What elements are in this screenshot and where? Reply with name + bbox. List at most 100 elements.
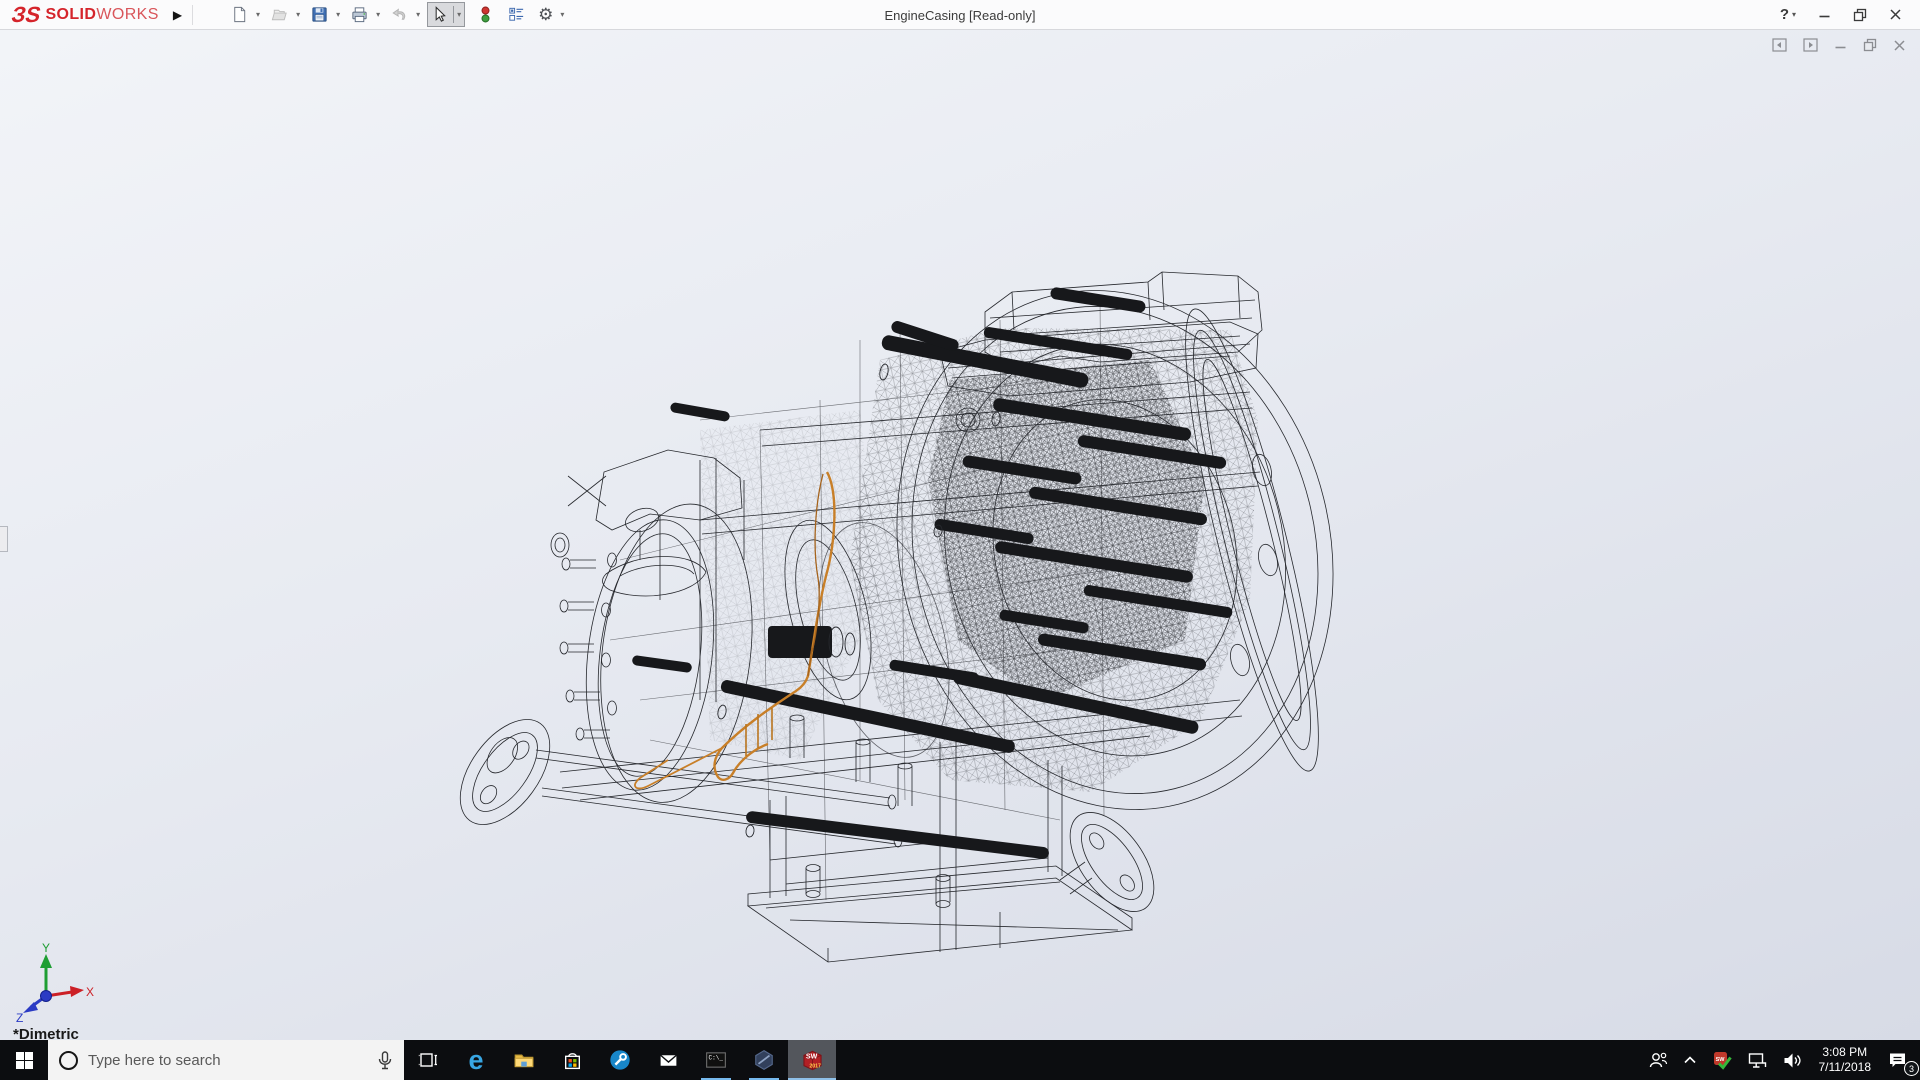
tray-date: 7/11/2018 [1819,1060,1872,1075]
mail-envelope-icon [658,1050,679,1071]
edge-browser-button[interactable]: e [452,1040,500,1080]
doc-restore-button[interactable] [1863,38,1877,52]
graphics-viewport[interactable]: Y X Z *Dimetric [0,30,1920,1040]
tray-overflow-chevron[interactable] [1675,1040,1705,1080]
settings-button[interactable]: ⚙ [535,3,556,26]
gear-icon: ⚙ [538,6,553,23]
save-button[interactable] [307,2,332,27]
undo-button[interactable] [387,2,412,27]
new-document-caret[interactable]: ▾ [256,10,260,19]
open-button[interactable] [267,2,292,27]
select-tool-button[interactable] [428,3,451,26]
task-view-button[interactable] [404,1040,452,1080]
command-prompt-button[interactable]: C:\_ [692,1040,740,1080]
mail-button[interactable] [644,1040,692,1080]
orientation-triad: Y X Z [6,940,98,1022]
doc-close-icon [1893,39,1906,52]
pane-right-icon [1803,38,1818,52]
axis-x-label: X [86,985,94,999]
menu-flyout-arrow[interactable]: ▶ [173,8,182,22]
task-view-icon [418,1050,438,1070]
solidworks-logo-solid: SOLID [45,6,96,24]
file-explorer-button[interactable] [500,1040,548,1080]
command-prompt-icon: C:\_ [705,1049,727,1071]
sw-icon-year: 2017 [809,1063,821,1069]
network-button[interactable] [1740,1040,1775,1080]
chevron-up-icon [1682,1053,1698,1067]
tray-time: 3:08 PM [1822,1045,1867,1060]
solidworks-logo-mark: ЗS [9,4,43,26]
doc-minimize-icon [1834,39,1847,52]
print-button[interactable] [347,2,372,27]
doc-restore-icon [1863,38,1877,52]
sw-icon-text: SW [805,1053,817,1060]
axis-z-label: Z [16,1011,23,1022]
restore-icon [1853,8,1867,22]
app-window-controls: ? ▾ [1780,6,1920,23]
axis-y-label: Y [42,941,50,955]
store-bag-icon [562,1050,583,1071]
file-explorer-icon [513,1049,535,1071]
expand-right-pane-button[interactable] [1803,38,1818,52]
new-document-icon [230,5,249,24]
solidworks-taskbar-button[interactable]: SW 2017 [788,1040,836,1080]
hexagon-app-button[interactable] [740,1040,788,1080]
admin-tools-button[interactable] [596,1040,644,1080]
notification-badge: 3 [1904,1061,1919,1076]
taskbar-search[interactable] [48,1040,404,1080]
rebuild-button[interactable] [473,2,498,27]
print-caret[interactable]: ▾ [376,10,380,19]
people-icon [1648,1051,1668,1070]
close-icon [1889,8,1902,21]
doc-close-button[interactable] [1893,39,1906,52]
select-cursor-icon [430,5,449,24]
search-input[interactable] [88,1052,367,1069]
properties-list-icon [507,5,526,24]
start-button[interactable] [0,1040,48,1080]
action-center-button[interactable]: 3 [1880,1040,1920,1080]
save-caret[interactable]: ▾ [336,10,340,19]
speaker-icon [1782,1051,1803,1070]
rebuild-traffic-light-icon [476,5,495,24]
select-tool-caret[interactable]: ▾ [453,6,464,23]
cortana-icon[interactable] [59,1051,78,1070]
undo-caret[interactable]: ▾ [416,10,420,19]
people-button[interactable] [1641,1040,1675,1080]
wrench-circle-icon [609,1049,631,1071]
settings-caret[interactable]: ▾ [560,10,564,19]
pane-left-icon [1772,38,1787,52]
open-folder-icon [270,5,289,24]
windows-taskbar: e [0,1040,1920,1080]
close-button[interactable] [1889,8,1902,21]
microsoft-store-button[interactable] [548,1040,596,1080]
feature-manager-collapse-tab[interactable] [0,526,8,552]
titlebar: ЗS SOLID WORKS ▶ ▾ ▾ [0,0,1920,30]
sw-check-icon: SW [1712,1050,1733,1071]
solidworks-resource-monitor[interactable]: SW [1705,1040,1740,1080]
toolbar-separator [192,5,193,25]
quick-access-toolbar: ▾ ▾ ▾ [227,2,571,27]
system-tray: SW 3:08 PM 7/11/2018 [1641,1040,1920,1080]
network-icon [1747,1051,1768,1070]
volume-button[interactable] [1775,1040,1810,1080]
undo-icon [390,5,409,24]
document-title: EngineCasing [Read-only] [884,0,1035,30]
solidworks-logo-works: WORKS [96,6,158,24]
tray-clock[interactable]: 3:08 PM 7/11/2018 [1810,1040,1881,1080]
help-button[interactable]: ? ▾ [1780,6,1796,23]
help-caret: ▾ [1792,10,1796,19]
view-orientation-label: *Dimetric [13,1026,79,1040]
new-document-button[interactable] [227,2,252,27]
taskbar-app-icons: e [404,1040,836,1080]
microphone-icon[interactable] [377,1051,393,1070]
print-icon [350,5,369,24]
doc-minimize-button[interactable] [1834,39,1847,52]
options-list-button[interactable] [504,2,529,27]
save-icon [310,5,329,24]
engine-casing-wireframe-model[interactable] [0,30,1920,1040]
minimize-button[interactable] [1818,8,1831,21]
restore-button[interactable] [1853,8,1867,22]
windows-logo-icon [16,1052,33,1069]
open-caret[interactable]: ▾ [296,10,300,19]
expand-left-pane-button[interactable] [1772,38,1787,52]
